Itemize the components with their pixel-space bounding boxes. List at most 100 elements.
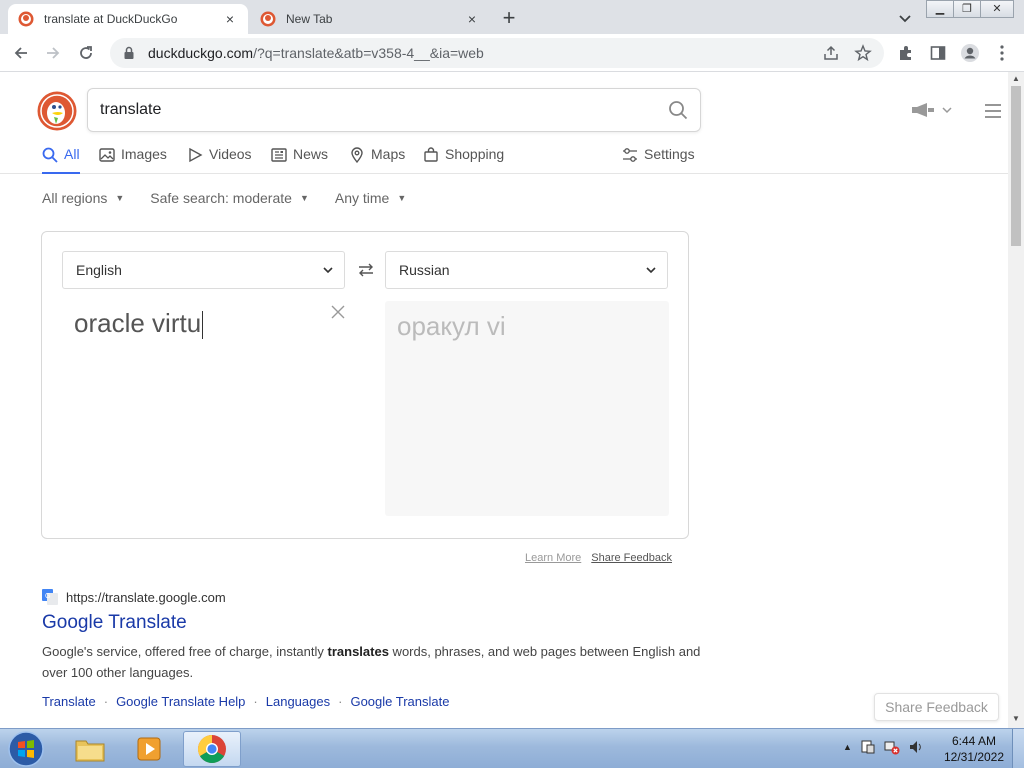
url-path: /?q=translate&atb=v358-4__&ia=web bbox=[253, 45, 484, 61]
sitelink-separator: · bbox=[103, 694, 109, 709]
profile-button[interactable] bbox=[960, 43, 980, 63]
source-language-label: English bbox=[76, 262, 122, 278]
duckduckgo-logo-icon[interactable] bbox=[37, 91, 77, 131]
tab-new-tab[interactable]: New Tab × bbox=[250, 4, 490, 34]
window-close-button[interactable]: ✕ bbox=[980, 0, 1014, 18]
scroll-up-arrow-icon[interactable]: ▲ bbox=[1011, 74, 1021, 83]
hamburger-menu-icon[interactable] bbox=[984, 103, 1002, 119]
text-cursor bbox=[202, 311, 204, 340]
snippet-highlight: translates bbox=[327, 644, 389, 659]
settings-sliders-icon bbox=[623, 148, 637, 162]
safe-search-dropdown[interactable]: Safe search: moderate ▼ bbox=[150, 190, 309, 206]
sitelink[interactable]: Translate bbox=[42, 694, 96, 709]
source-language-select[interactable]: English bbox=[62, 251, 345, 289]
swap-languages-icon[interactable] bbox=[357, 262, 375, 278]
folder-icon bbox=[75, 740, 105, 762]
side-panel-button[interactable] bbox=[928, 43, 948, 63]
region-filter-dropdown[interactable]: All regions ▼ bbox=[42, 190, 124, 206]
url-host: duckduckgo.com bbox=[148, 45, 254, 61]
tab-all[interactable]: All bbox=[42, 144, 80, 174]
tab-shopping[interactable]: Shopping bbox=[423, 144, 504, 174]
result-sitelinks: Translate · Google Translate Help · Lang… bbox=[42, 694, 449, 709]
tab-images-label: Images bbox=[121, 146, 167, 162]
tab-news[interactable]: News bbox=[271, 144, 328, 174]
search-filters: All regions ▼ Safe search: moderate ▼ Any … bbox=[42, 190, 406, 206]
sitelink[interactable]: Languages bbox=[266, 694, 330, 709]
tab-images[interactable]: Images bbox=[99, 144, 167, 174]
taskbar-explorer[interactable] bbox=[61, 731, 119, 767]
page-content: translate All Images Videos News Maps Sh… bbox=[0, 72, 1008, 728]
puzzle-icon bbox=[900, 46, 911, 60]
search-icon[interactable] bbox=[668, 100, 688, 120]
tab-close-icon[interactable]: × bbox=[464, 11, 480, 27]
play-icon bbox=[189, 147, 203, 163]
tab-maps-label: Maps bbox=[371, 146, 406, 162]
show-hidden-icons-arrow-icon[interactable]: ▲ bbox=[843, 742, 852, 752]
time-filter-dropdown[interactable]: Any time ▼ bbox=[335, 190, 406, 206]
image-icon bbox=[99, 148, 115, 162]
taskbar-clock[interactable]: 6:44 AM 12/31/2022 bbox=[940, 733, 1008, 765]
page-scrollbar[interactable]: ▲ ▼ bbox=[1008, 72, 1024, 728]
volume-icon[interactable] bbox=[908, 739, 924, 755]
result-snippet: Google's service, offered free of charge… bbox=[42, 641, 702, 683]
clear-text-icon[interactable] bbox=[330, 304, 346, 320]
search-icon bbox=[42, 147, 58, 163]
reload-button[interactable] bbox=[73, 40, 99, 66]
chrome-icon bbox=[198, 735, 226, 763]
clock-time: 6:44 AM bbox=[951, 734, 997, 748]
share-icon[interactable] bbox=[822, 44, 840, 62]
widget-share-feedback-link[interactable]: Share Feedback bbox=[591, 552, 672, 564]
translation-output-text: оракул vi bbox=[397, 311, 506, 341]
result-title-link[interactable]: Google Translate bbox=[42, 612, 187, 634]
tab-translate[interactable]: translate at DuckDuckGo × bbox=[8, 4, 248, 34]
browser-toolbar: duckduckgo.com/?q=translate&atb=v358-4__… bbox=[0, 34, 1024, 72]
shopping-bag-icon bbox=[424, 147, 438, 162]
tab-all-label: All bbox=[64, 146, 80, 162]
target-language-select[interactable]: Russian bbox=[385, 251, 668, 289]
new-tab-button[interactable]: + bbox=[496, 6, 522, 32]
result-url: https://translate.google.com bbox=[66, 589, 226, 605]
tab-shopping-label: Shopping bbox=[445, 146, 505, 162]
tab-title: New Tab bbox=[286, 12, 333, 26]
safe-search-label: Safe search: moderate bbox=[150, 190, 292, 206]
back-button[interactable] bbox=[8, 40, 34, 66]
scroll-down-arrow-icon[interactable]: ▼ bbox=[1011, 714, 1021, 723]
share-feedback-button[interactable]: Share Feedback bbox=[874, 693, 999, 721]
translation-output: оракул vi bbox=[385, 301, 669, 516]
duckduckgo-favicon-icon bbox=[260, 11, 276, 27]
bookmark-star-icon[interactable] bbox=[854, 44, 872, 62]
tab-videos[interactable]: Videos bbox=[187, 144, 252, 174]
chevron-down-icon bbox=[646, 267, 656, 274]
tab-news-label: News bbox=[293, 146, 329, 162]
action-center-flag-icon[interactable] bbox=[860, 739, 876, 755]
privacy-newsletter-button[interactable] bbox=[910, 102, 952, 118]
source-text-input[interactable]: oracle virtu bbox=[74, 308, 204, 340]
taskbar-chrome[interactable] bbox=[183, 731, 241, 767]
taskbar-media-player[interactable] bbox=[121, 731, 179, 767]
sitelink[interactable]: Google Translate bbox=[350, 694, 449, 709]
tab-settings[interactable]: Settings bbox=[622, 144, 695, 174]
windows-start-button-icon[interactable] bbox=[6, 730, 46, 768]
windows-taskbar: ▲ 6:44 AM 12/31/2022 bbox=[0, 728, 1024, 768]
address-bar[interactable]: duckduckgo.com/?q=translate&atb=v358-4__… bbox=[110, 38, 884, 68]
caret-down-icon: ▼ bbox=[115, 193, 125, 203]
extensions-button[interactable] bbox=[896, 43, 916, 63]
network-error-icon[interactable] bbox=[884, 739, 900, 755]
forward-arrow-icon bbox=[47, 47, 60, 59]
map-pin-icon bbox=[351, 147, 363, 163]
show-desktop-button[interactable] bbox=[1012, 729, 1024, 768]
sitelink[interactable]: Google Translate Help bbox=[116, 694, 245, 709]
maximize-button[interactable]: ❐ bbox=[953, 0, 981, 18]
search-input[interactable]: translate bbox=[87, 88, 701, 132]
browser-menu-button[interactable] bbox=[992, 43, 1012, 63]
chevron-down-icon bbox=[942, 107, 952, 114]
search-query: translate bbox=[100, 101, 162, 118]
minimize-button[interactable]: ▁ bbox=[926, 0, 954, 18]
tab-close-icon[interactable]: × bbox=[222, 11, 238, 27]
forward-button[interactable] bbox=[40, 40, 66, 66]
result-url-row[interactable]: G https://translate.google.com bbox=[42, 589, 226, 605]
tab-search-chevron-icon[interactable] bbox=[894, 7, 916, 29]
scrollbar-thumb[interactable] bbox=[1011, 86, 1021, 246]
tab-maps[interactable]: Maps bbox=[349, 144, 405, 174]
learn-more-link[interactable]: Learn More bbox=[525, 552, 581, 564]
